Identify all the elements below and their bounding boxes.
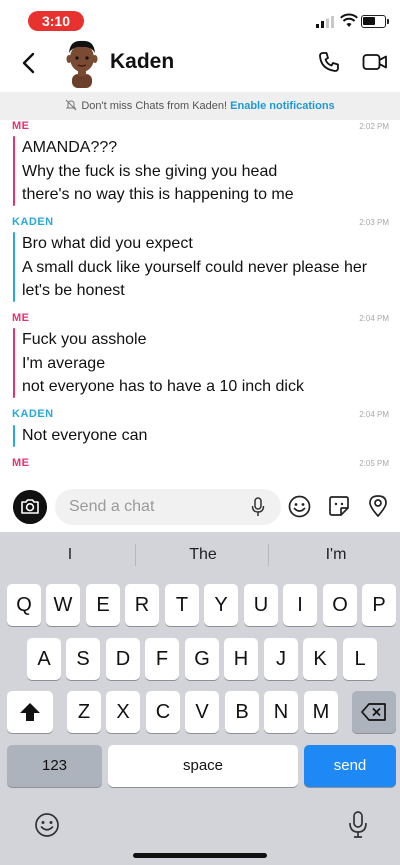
- message-bar: [13, 425, 15, 447]
- backspace-key[interactable]: [352, 691, 396, 733]
- map-pin-icon[interactable]: [368, 494, 388, 518]
- message-text[interactable]: there's no way this is happening to me: [22, 186, 294, 204]
- key-l[interactable]: L: [343, 638, 377, 680]
- message-bar: [13, 232, 15, 302]
- shift-icon: [20, 703, 40, 721]
- key-b[interactable]: B: [225, 691, 259, 733]
- message-group: ME 2:05 PM: [0, 457, 400, 468]
- dictation-mic-icon[interactable]: [348, 810, 368, 840]
- chat-field[interactable]: [55, 489, 281, 525]
- message-timestamp: 2:03 PM: [359, 218, 389, 227]
- suggestion-divider: [135, 544, 136, 566]
- shift-key[interactable]: [7, 691, 53, 733]
- key-f[interactable]: F: [145, 638, 179, 680]
- send-key[interactable]: send: [304, 745, 396, 787]
- sender-label: ME: [12, 312, 30, 324]
- signal-icon: [316, 16, 334, 28]
- suggestion[interactable]: I'm: [286, 546, 386, 564]
- key-r[interactable]: R: [125, 584, 159, 626]
- home-indicator[interactable]: [133, 853, 267, 858]
- message-text[interactable]: I'm average: [22, 355, 105, 373]
- backspace-icon: [361, 703, 386, 721]
- enable-notifications-link[interactable]: Enable notifications: [230, 100, 335, 112]
- suggestion-bar: I The I'm: [0, 532, 400, 578]
- sender-label: ME: [12, 457, 30, 468]
- chat-input-row: [0, 484, 400, 532]
- back-icon[interactable]: [18, 50, 40, 76]
- sender-label: KADEN: [12, 216, 54, 228]
- status-time: 3:10: [28, 11, 84, 31]
- phone-icon[interactable]: [317, 50, 341, 74]
- message-timestamp: 2:02 PM: [359, 122, 389, 131]
- key-s[interactable]: S: [66, 638, 100, 680]
- suggestion-divider: [268, 544, 269, 566]
- key-j[interactable]: J: [264, 638, 298, 680]
- suggestion[interactable]: I: [20, 546, 120, 564]
- sender-label: KADEN: [12, 408, 54, 420]
- numbers-key[interactable]: 123: [7, 745, 102, 787]
- message-bar: [13, 136, 15, 206]
- space-key[interactable]: space: [108, 745, 298, 787]
- message-group: ME 2:04 PM Fuck you asshole I'm average …: [0, 312, 400, 406]
- key-a[interactable]: A: [27, 638, 61, 680]
- message-timestamp: 2:05 PM: [359, 459, 389, 468]
- message-group: KADEN 2:03 PM Bro what did you expect A …: [0, 216, 400, 310]
- camera-icon[interactable]: [13, 490, 47, 524]
- emoji-icon[interactable]: [288, 495, 311, 518]
- contact-name[interactable]: Kaden: [110, 50, 174, 74]
- message-text[interactable]: Bro what did you expect: [22, 235, 193, 253]
- chat-input[interactable]: [69, 489, 239, 525]
- key-x[interactable]: X: [106, 691, 140, 733]
- suggestion[interactable]: The: [153, 546, 253, 564]
- key-e[interactable]: E: [86, 584, 120, 626]
- key-u[interactable]: U: [244, 584, 278, 626]
- message-timestamp: 2:04 PM: [359, 314, 389, 323]
- key-g[interactable]: G: [185, 638, 219, 680]
- key-h[interactable]: H: [224, 638, 258, 680]
- key-t[interactable]: T: [165, 584, 199, 626]
- message-text[interactable]: let's be honest: [22, 282, 125, 300]
- video-icon[interactable]: [362, 52, 388, 72]
- key-v[interactable]: V: [185, 691, 219, 733]
- sticker-icon[interactable]: [328, 495, 350, 517]
- banner-text: Don't miss Chats from Kaden!: [81, 100, 228, 112]
- message-bar: [13, 328, 15, 398]
- message-text[interactable]: Why the fuck is she giving you head: [22, 163, 277, 181]
- message-text[interactable]: not everyone has to have a 10 inch dick: [22, 378, 304, 396]
- message-text[interactable]: A small duck like yourself could never p…: [22, 259, 367, 277]
- key-m[interactable]: M: [304, 691, 338, 733]
- keyboard: I The I'm Q W E R T Y U I O P A S D F G …: [0, 532, 400, 865]
- key-d[interactable]: D: [106, 638, 140, 680]
- message-timestamp: 2:04 PM: [359, 410, 389, 419]
- key-z[interactable]: Z: [67, 691, 101, 733]
- key-q[interactable]: Q: [7, 584, 41, 626]
- key-y[interactable]: Y: [204, 584, 238, 626]
- message-text[interactable]: AMANDA???: [22, 139, 117, 157]
- avatar[interactable]: [61, 38, 103, 88]
- key-o[interactable]: O: [323, 584, 357, 626]
- key-c[interactable]: C: [146, 691, 180, 733]
- battery-icon: [361, 15, 389, 28]
- chat-header: Kaden: [0, 34, 400, 92]
- key-p[interactable]: P: [362, 584, 396, 626]
- bell-off-icon: [65, 99, 77, 111]
- message-group: ME 2:02 PM AMANDA??? Why the fuck is she…: [0, 120, 400, 214]
- message-group: KADEN 2:04 PM Not everyone can: [0, 408, 400, 454]
- key-i[interactable]: I: [283, 584, 317, 626]
- key-n[interactable]: N: [264, 691, 298, 733]
- mic-icon[interactable]: [251, 497, 265, 517]
- keyboard-emoji-icon[interactable]: [34, 812, 60, 838]
- notification-banner: Don't miss Chats from Kaden! Enable noti…: [0, 92, 400, 120]
- key-w[interactable]: W: [46, 584, 80, 626]
- key-k[interactable]: K: [303, 638, 337, 680]
- wifi-icon: [340, 13, 358, 27]
- message-text[interactable]: Not everyone can: [22, 427, 147, 445]
- chat-thread: ME 2:02 PM AMANDA??? Why the fuck is she…: [0, 120, 400, 468]
- sender-label: ME: [12, 120, 30, 132]
- message-text[interactable]: Fuck you asshole: [22, 331, 147, 349]
